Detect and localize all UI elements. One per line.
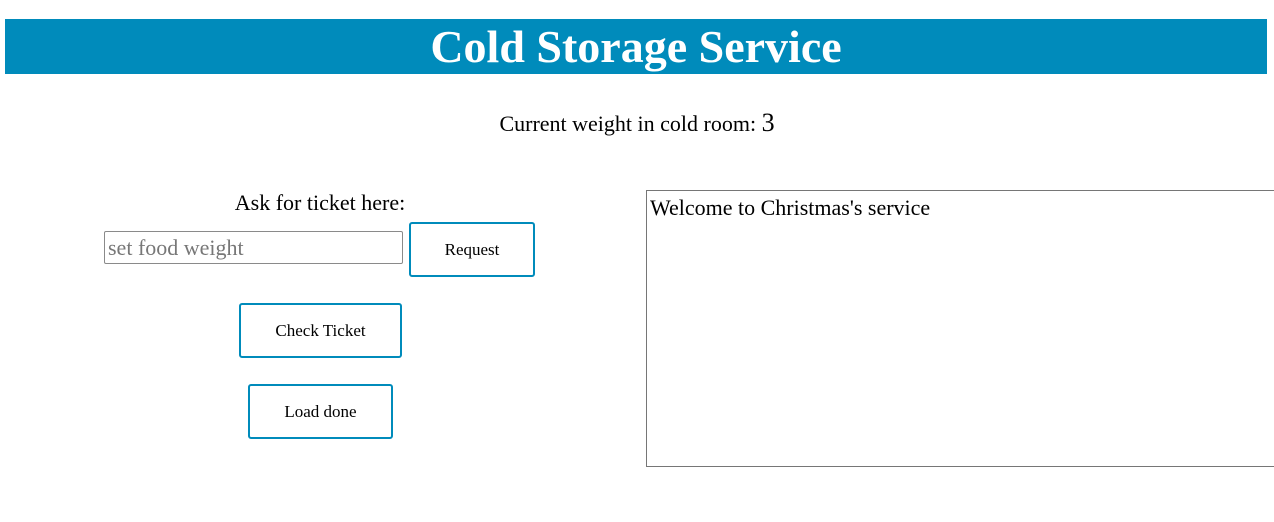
app-header: Cold Storage Service <box>5 19 1267 74</box>
welcome-message: Welcome to Christmas's service <box>650 195 931 220</box>
current-weight-status: Current weight in cold room: 3 <box>0 108 1274 138</box>
page-title: Cold Storage Service <box>430 20 842 72</box>
load-done-button[interactable]: Load done <box>248 384 393 439</box>
food-weight-input[interactable] <box>104 231 403 264</box>
check-ticket-button[interactable]: Check Ticket <box>239 303 402 358</box>
request-button[interactable]: Request <box>409 222 535 277</box>
weight-label: Current weight in cold room: <box>499 111 757 136</box>
check-ticket-button-label: Check Ticket <box>275 320 366 340</box>
request-button-label: Request <box>444 239 500 259</box>
weight-value: 3 <box>761 108 775 137</box>
load-done-button-label: Load done <box>284 401 357 421</box>
service-log-textarea[interactable]: Welcome to Christmas's service <box>646 190 1274 467</box>
ask-ticket-label: Ask for ticket here: <box>234 190 406 215</box>
